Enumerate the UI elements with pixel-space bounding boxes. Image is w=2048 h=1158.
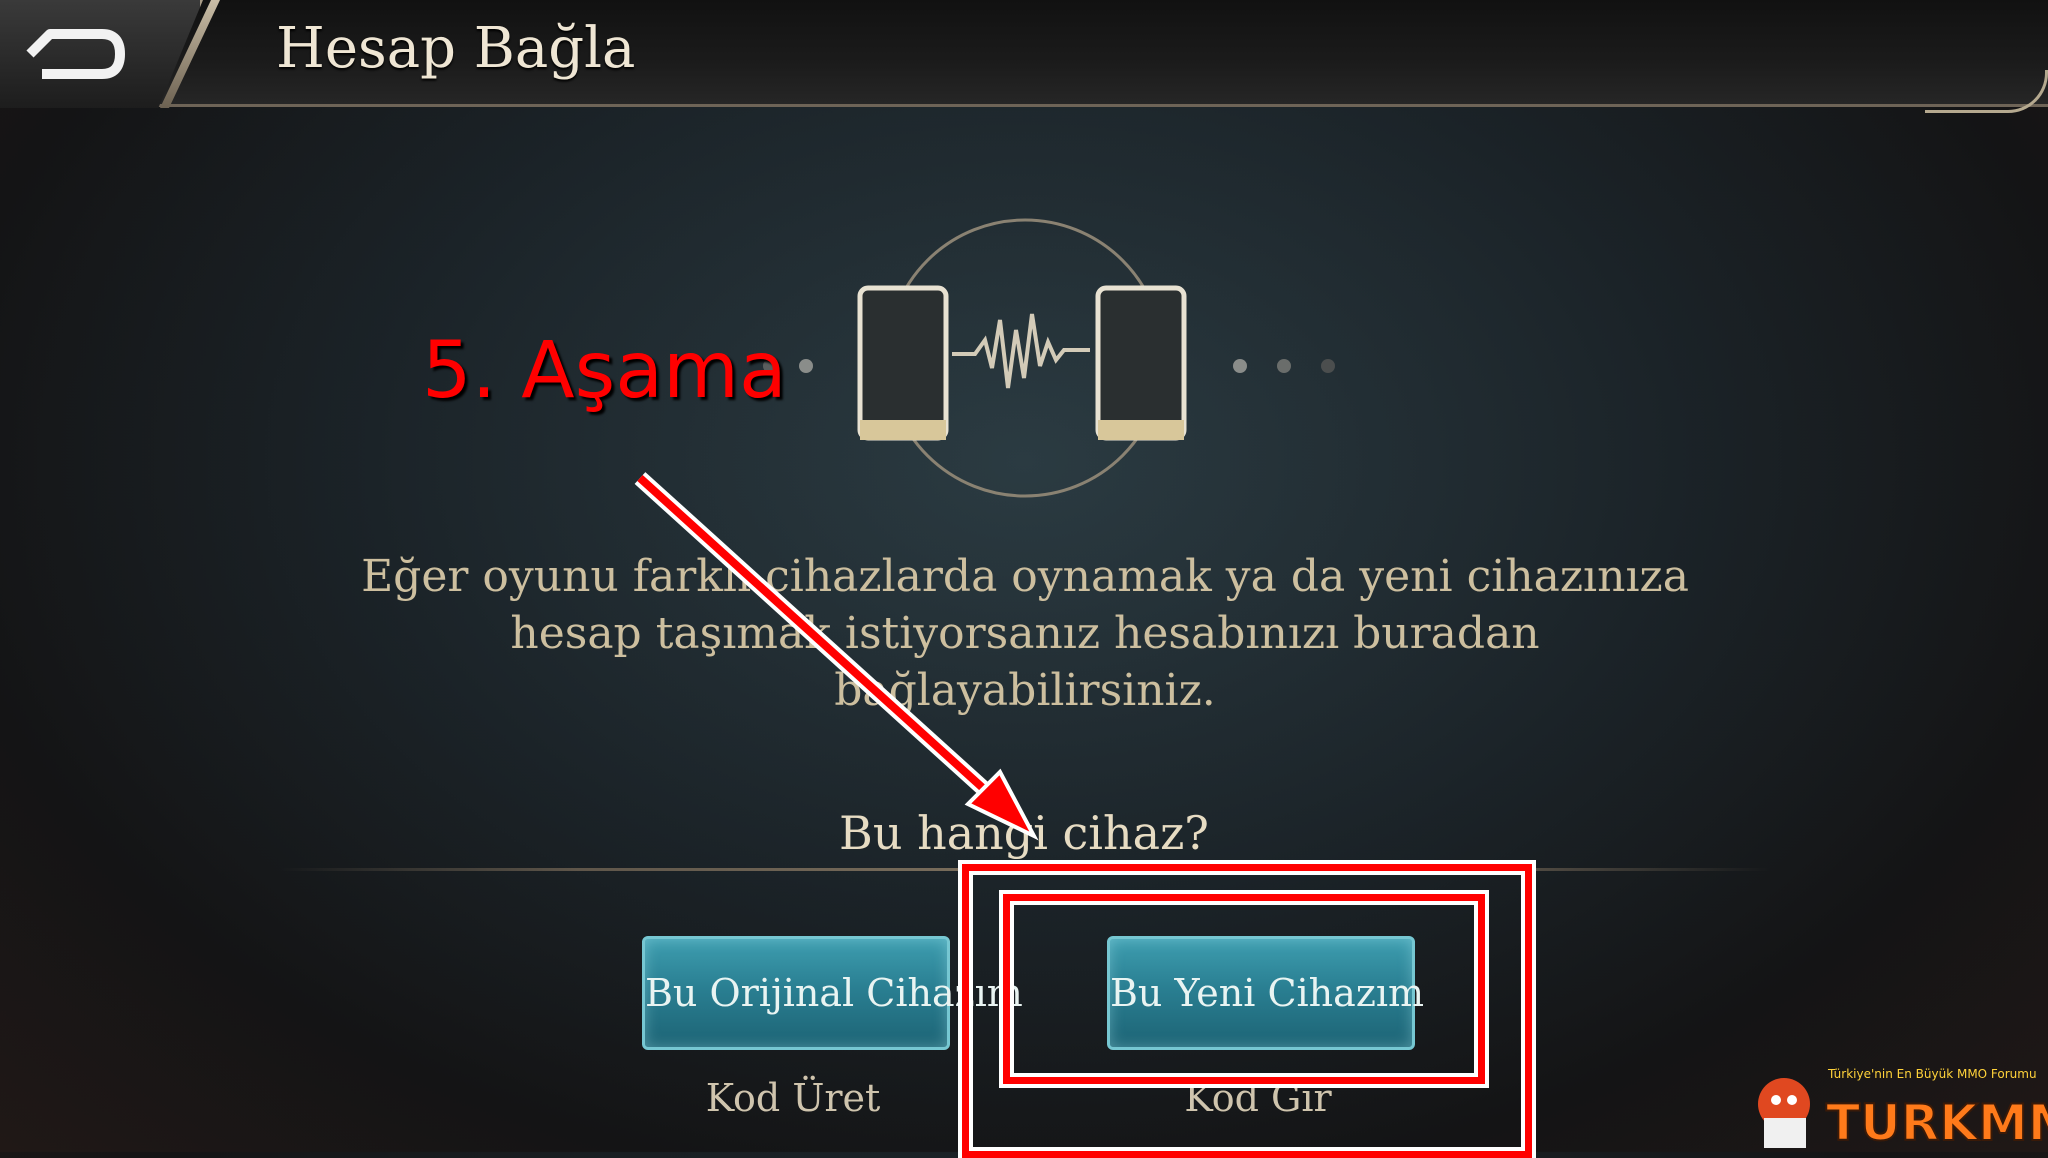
description-line: bağlayabilirsiniz. [834,665,1216,716]
highlight-box-inner [1003,894,1485,1084]
page-title: Hesap Bağla [276,16,636,81]
watermark-brand: TURKMMO [1826,1094,2048,1152]
description-text: Eğer oyunu farklı cihazlarda oynamak ya … [360,548,1690,719]
back-arrow-icon [26,29,125,79]
turkmmo-watermark: Türkiye'nin En Büyük MMO Forumu TURKMMO [1758,1067,2048,1152]
original-device-button[interactable]: Bu Orijinal Cihazım [642,936,1023,1050]
top-bar: Hesap Bağla [0,0,2048,113]
step-annotation: 5. Aşama [422,326,787,416]
device-link-illustration [857,218,1187,498]
description-line: Eğer oyunu farklı cihazlarda oynamak ya … [361,551,1689,602]
generate-code-label: Kod Üret [705,1076,881,1120]
description-line: hesap taşımak istiyorsanız hesabınızı bu… [510,608,1540,659]
device-question: Bu hangi cihaz? [839,806,1209,860]
header-corner-ornament [1925,70,2048,113]
dots-right [1233,359,1335,373]
watermark-tagline: Türkiye'nin En Büyük MMO Forumu [1827,1067,2037,1081]
